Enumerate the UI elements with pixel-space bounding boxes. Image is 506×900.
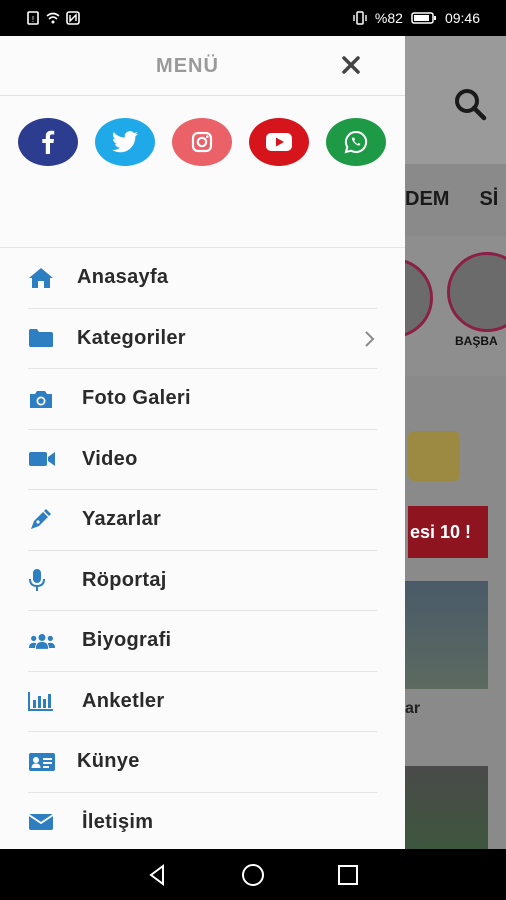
navigation-drawer: MENÜ Anasayfa Kategoriler Foto Galeri Video… [0, 36, 405, 853]
menu-item-label: Anasayfa [77, 266, 169, 289]
status-bar: ! %82 09:46 [0, 0, 506, 36]
home-button-icon[interactable] [240, 862, 266, 888]
facebook-button[interactable] [18, 118, 78, 166]
menu-list: Anasayfa Kategoriler Foto Galeri Video Yazar… [0, 248, 405, 853]
status-left: ! [26, 11, 80, 25]
envelope-icon [28, 810, 56, 834]
home-icon [28, 266, 56, 290]
menu-item-label: Biyografi [82, 629, 172, 652]
menu-item-foto-galeri[interactable]: Foto Galeri [28, 369, 377, 430]
recents-icon[interactable] [335, 862, 361, 888]
menu-item-anketler[interactable]: Anketler [28, 672, 377, 732]
menu-item-biyografi[interactable]: Biyografi [28, 611, 377, 672]
instagram-button[interactable] [172, 118, 232, 166]
microphone-icon [28, 568, 56, 592]
tab-label[interactable]: Sİ [479, 188, 498, 211]
menu-item-label: Röportaj [82, 568, 167, 591]
back-icon[interactable] [145, 862, 171, 888]
instagram-icon [191, 131, 213, 153]
vibrate-icon [353, 11, 367, 25]
menu-item-kategoriler[interactable]: Kategoriler [28, 309, 377, 369]
battery-icon [411, 12, 436, 24]
wifi-icon [46, 12, 60, 24]
video-camera-icon [28, 447, 56, 471]
camera-icon [28, 387, 56, 411]
youtube-button[interactable] [249, 118, 309, 166]
bar-chart-icon [28, 689, 56, 713]
menu-item-anasayfa[interactable]: Anasayfa [28, 248, 377, 309]
android-nav-bar [0, 849, 506, 900]
menu-item-röportaj[interactable]: Röportaj [28, 551, 377, 611]
svg-text:!: ! [32, 15, 34, 24]
tab-label[interactable]: DEM [405, 188, 449, 211]
menu-item-label: Anketler [82, 689, 165, 712]
close-icon[interactable] [338, 52, 364, 78]
menu-title: MENÜ [156, 55, 219, 77]
chevron-right-icon [365, 330, 375, 347]
users-icon [28, 629, 56, 653]
twitter-button[interactable] [95, 118, 155, 166]
folder-icon [28, 326, 56, 350]
menu-item-label: Künye [77, 750, 140, 773]
story-label: BAŞBA [455, 334, 498, 348]
menu-item-video[interactable]: Video [28, 430, 377, 490]
menu-item-label: Kategoriler [77, 326, 186, 349]
clock: 09:46 [444, 10, 480, 26]
whatsapp-icon [344, 130, 368, 154]
menu-item-i-letişim[interactable]: İletişim [28, 793, 377, 853]
facebook-icon [42, 130, 55, 154]
pen-icon [28, 508, 56, 532]
article-image[interactable] [405, 766, 488, 849]
id-card-icon [28, 750, 56, 774]
banner[interactable]: esi 10 ! [408, 506, 488, 558]
battery-percent: %82 [374, 10, 403, 26]
menu-item-label: Yazarlar [82, 508, 162, 531]
menu-item-label: Foto Galeri [82, 387, 191, 410]
ad-image [408, 431, 460, 481]
menu-item-yazarlar[interactable]: Yazarlar [28, 490, 377, 551]
background-tabs: DEM Sİ [405, 188, 498, 211]
status-right: %82 09:46 [353, 10, 480, 26]
social-buttons [0, 96, 405, 248]
article-title[interactable]: ar [405, 700, 420, 718]
youtube-icon [266, 133, 292, 151]
whatsapp-button[interactable] [326, 118, 386, 166]
menu-item-label: Video [82, 447, 138, 470]
search-icon[interactable] [452, 86, 488, 122]
drawer-header: MENÜ [0, 36, 405, 96]
twitter-icon [112, 131, 138, 153]
sim-icon: ! [27, 11, 39, 25]
menu-item-label: İletişim [82, 810, 154, 833]
nfc-icon [66, 11, 80, 25]
article-image[interactable] [405, 581, 488, 689]
menu-item-künye[interactable]: Künye [28, 732, 377, 793]
